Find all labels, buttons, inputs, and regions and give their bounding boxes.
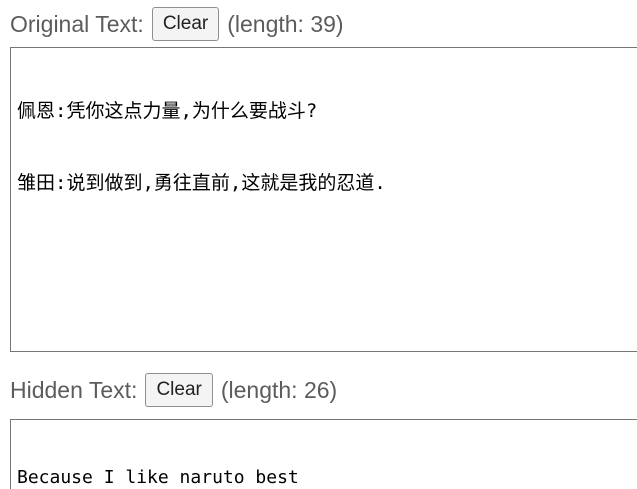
clear-original-button[interactable]: Clear [151,7,220,41]
original-text-input[interactable]: 佩恩:凭你这点力量,为什么要战斗? 雏田:说到做到,勇往直前,这就是我的忍道. [10,47,637,352]
original-length-indicator: (length: 39) [227,10,344,37]
clear-hidden-button[interactable]: Clear [145,373,213,407]
hidden-length-indicator: (length: 26) [220,376,338,403]
hidden-text-label: Hidden Text: [10,376,138,403]
original-text-line: 佩恩:凭你这点力量,为什么要战斗? [17,100,318,122]
original-text-line: 雏田:说到做到,勇往直前,这就是我的忍道. [17,172,386,194]
hidden-text-header: Hidden Text: Clear (length: 26) [10,372,337,408]
hidden-text-input[interactable]: Because I like naruto best [10,419,637,489]
original-text-label: Original Text: [10,10,144,37]
hidden-text-line: Because I like naruto best [17,467,299,488]
original-text-header: Original Text: Clear (length: 39) [10,6,344,42]
